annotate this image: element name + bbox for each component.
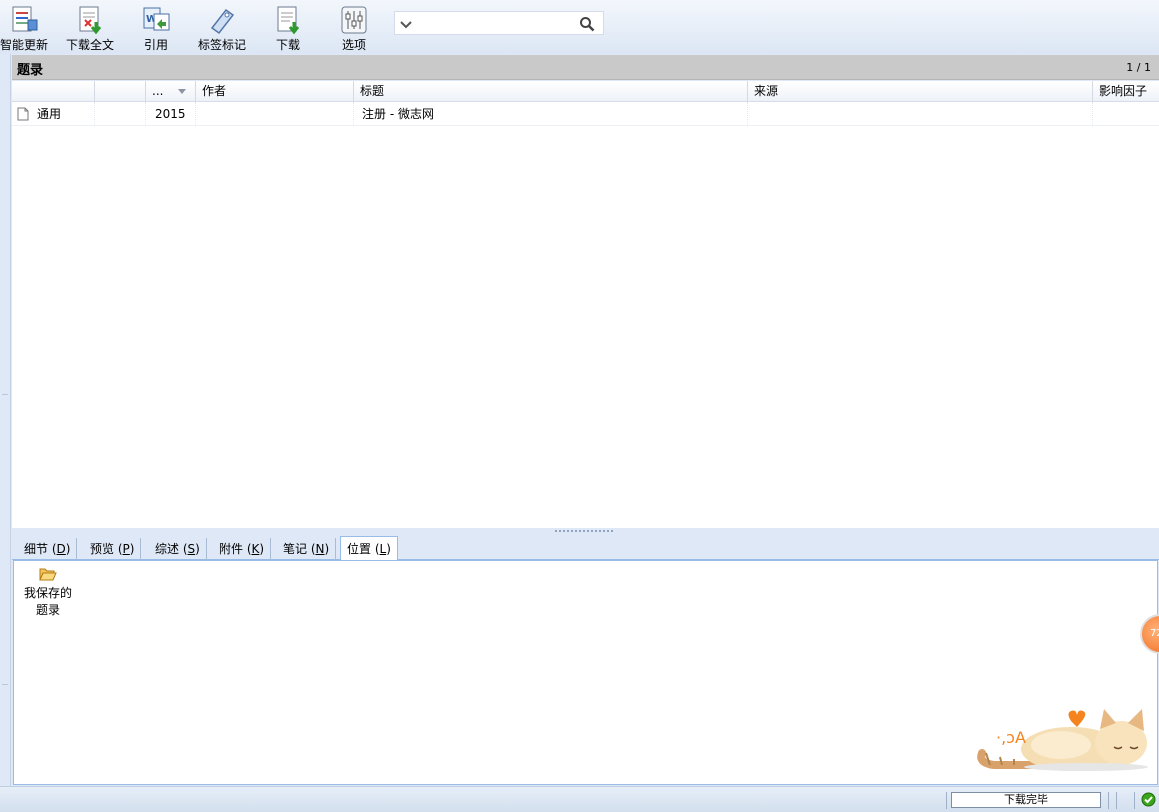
tab-summary[interactable]: 综述 (S) bbox=[149, 538, 207, 560]
tag-icon bbox=[210, 8, 235, 35]
toolbar: 智能更新 下载全文 W 引用 标签标记 下载 选项 bbox=[0, 0, 1159, 54]
column-header-year[interactable]: ... bbox=[146, 81, 196, 102]
tab-details-label: 细节 bbox=[24, 542, 49, 556]
cell-year: 2015 bbox=[146, 102, 196, 126]
location-tab-panel: 我保存的 题录 ·,ↄA bbox=[13, 560, 1158, 785]
smart-update-icon bbox=[12, 6, 38, 32]
status-message: 下载完毕 bbox=[951, 792, 1101, 808]
cell-type-text: 通用 bbox=[37, 107, 62, 121]
cite-label: 引用 bbox=[143, 38, 168, 52]
search-box bbox=[394, 11, 604, 35]
download-button[interactable]: 下载 bbox=[272, 4, 304, 54]
column-header-source[interactable]: 来源 bbox=[748, 81, 1093, 102]
status-separator bbox=[1116, 792, 1117, 809]
search-input[interactable] bbox=[417, 14, 567, 32]
tab-attachments-label: 附件 bbox=[219, 542, 244, 556]
download-fulltext-icon bbox=[79, 6, 102, 35]
folder-label-line2: 题录 bbox=[35, 603, 60, 617]
tab-location-label: 位置 bbox=[347, 542, 372, 556]
splitter-grip[interactable] bbox=[555, 530, 615, 532]
records-panel-header: 题录 1 / 1 bbox=[12, 55, 1159, 80]
cell-type: 通用 bbox=[12, 102, 95, 126]
search-icon[interactable] bbox=[579, 16, 595, 32]
tab-notes-key: N bbox=[315, 542, 325, 556]
tab-location[interactable]: 位置 (L) bbox=[340, 536, 398, 561]
smart-update-button[interactable]: 智能更新 bbox=[0, 4, 48, 54]
folder-open-icon bbox=[39, 568, 57, 581]
cite-icon: W bbox=[143, 7, 170, 31]
tag-mark-button[interactable]: 标签标记 bbox=[196, 4, 248, 54]
column-header-impact-factor[interactable]: 影响因子 bbox=[1093, 81, 1159, 102]
download-label: 下载 bbox=[275, 38, 300, 52]
status-separator bbox=[946, 792, 947, 809]
records-grid: 通用 2015 注册 - 微志网 bbox=[12, 102, 1159, 528]
tab-notes-label: 笔记 bbox=[283, 542, 308, 556]
options-icon bbox=[341, 6, 367, 34]
panel-title: 题录 bbox=[17, 63, 44, 78]
tag-mark-label: 标签标记 bbox=[197, 38, 246, 52]
cell-title: 注册 - 微志网 bbox=[354, 102, 748, 126]
left-collapsed-strip[interactable] bbox=[0, 54, 11, 786]
status-bar: 下载完毕 bbox=[0, 786, 1159, 812]
tab-preview-label: 预览 bbox=[90, 542, 115, 556]
column-header-flag[interactable] bbox=[95, 81, 146, 102]
sort-descending-icon[interactable] bbox=[178, 89, 186, 94]
tab-location-key: L bbox=[379, 542, 387, 556]
document-icon bbox=[17, 107, 29, 121]
tab-summary-key: S bbox=[187, 542, 196, 556]
tab-summary-label: 综述 bbox=[155, 542, 180, 556]
saved-records-folder[interactable]: 我保存的 题录 bbox=[18, 567, 78, 619]
cite-button[interactable]: W 引用 bbox=[138, 4, 174, 54]
cell-source bbox=[748, 102, 1093, 126]
table-row[interactable]: 通用 2015 注册 - 微志网 bbox=[12, 102, 1159, 126]
status-separator bbox=[1108, 792, 1109, 809]
download-fulltext-label: 下载全文 bbox=[66, 38, 115, 52]
tab-attachments[interactable]: 附件 (K) bbox=[213, 538, 272, 560]
column-header-type[interactable] bbox=[12, 81, 95, 102]
smart-update-label: 智能更新 bbox=[0, 38, 49, 52]
svg-text:·,ↄA: ·,ↄA bbox=[996, 728, 1026, 747]
cat-mascot-icon: ·,ↄA bbox=[977, 709, 1148, 771]
cell-flag bbox=[95, 102, 146, 126]
download-fulltext-button[interactable]: 下载全文 bbox=[66, 4, 114, 54]
tab-preview-key: P bbox=[122, 542, 130, 556]
detail-tabstrip: 细节 (D) 预览 (P) 综述 (S) 附件 (K) 笔记 (N) 位置 (L… bbox=[12, 534, 1159, 561]
strip-grip bbox=[2, 394, 8, 395]
status-ok-icon bbox=[1141, 792, 1156, 807]
status-separator bbox=[1134, 792, 1135, 809]
options-button[interactable]: 选项 bbox=[338, 4, 370, 54]
options-label: 选项 bbox=[341, 38, 366, 52]
strip-marker bbox=[2, 684, 8, 685]
floating-widget-text: 72 bbox=[1150, 628, 1159, 639]
chevron-down-icon[interactable] bbox=[399, 17, 413, 31]
page-indicator: 1 / 1 bbox=[1126, 61, 1151, 74]
tab-attachments-key: K bbox=[251, 542, 260, 556]
column-header-author[interactable]: 作者 bbox=[196, 81, 354, 102]
column-header-title[interactable]: 标题 bbox=[354, 81, 748, 102]
folder-label-line1: 我保存的 bbox=[23, 586, 72, 600]
tab-details-key: D bbox=[56, 542, 66, 556]
download-icon bbox=[277, 6, 300, 35]
cell-impact-factor bbox=[1093, 102, 1159, 126]
tab-preview[interactable]: 预览 (P) bbox=[84, 538, 142, 560]
tab-notes[interactable]: 笔记 (N) bbox=[277, 538, 337, 560]
grid-header: ... 作者 标题 来源 影响因子 bbox=[12, 81, 1159, 102]
tab-details[interactable]: 细节 (D) bbox=[18, 538, 78, 560]
cell-author bbox=[196, 102, 354, 126]
